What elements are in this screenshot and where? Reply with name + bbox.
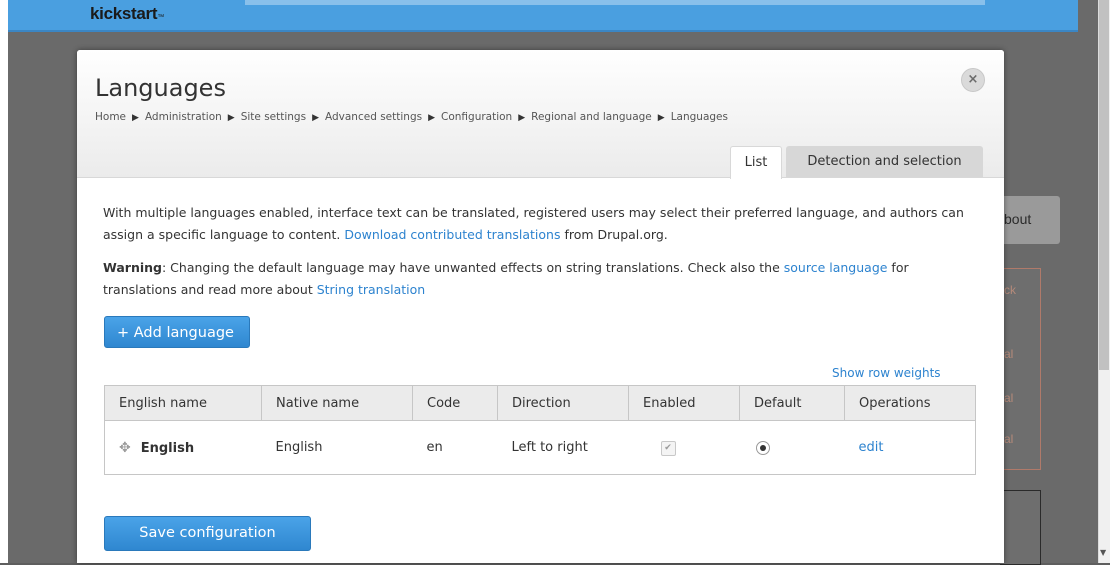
enabled-checkbox[interactable]: ✔	[660, 441, 676, 456]
column-header-direction: Direction	[497, 385, 629, 421]
background-fragment: al	[1004, 391, 1014, 405]
dialog-header: Languages × Home ▶ Administration ▶ Site set…	[77, 50, 1004, 179]
edit-link[interactable]: edit	[859, 440, 884, 455]
tab-list[interactable]: List	[730, 146, 782, 179]
close-icon[interactable]: ×	[961, 68, 985, 92]
tab-detection-and-selection[interactable]: Detection and selection	[786, 146, 983, 177]
background-fragment: ck	[1004, 283, 1016, 297]
breadcrumb-separator-icon: ▶	[428, 113, 435, 123]
background-nav-strip	[245, 0, 985, 5]
intro-text-part: from Drupal.org.	[560, 227, 668, 242]
background-panel: ck al al al	[1000, 268, 1041, 470]
breadcrumb-advanced-settings[interactable]: Advanced settings	[325, 111, 422, 123]
warning-label: Warning	[103, 260, 162, 275]
english-name-value: English	[140, 440, 195, 456]
breadcrumb-administration[interactable]: Administration	[145, 111, 222, 123]
background-fragment: al	[1004, 432, 1014, 446]
save-configuration-button[interactable]: Save configuration	[104, 516, 311, 551]
column-header-code: Code	[412, 385, 498, 421]
breadcrumb-site-settings[interactable]: Site settings	[241, 111, 306, 123]
checkmark-icon: ✔	[664, 443, 672, 453]
breadcrumb-separator-icon: ▶	[227, 113, 235, 123]
add-language-button[interactable]: + Add language	[104, 316, 250, 348]
intro-text: With multiple languages enabled, interfa…	[103, 202, 973, 246]
cell-operations: edit	[844, 420, 976, 475]
column-header-default: Default	[739, 385, 845, 421]
cell-direction: Left to right	[497, 420, 629, 475]
scrollbar-thumb[interactable]	[1099, 0, 1109, 370]
scroll-down-icon[interactable]: ▼	[1100, 548, 1106, 557]
cell-native-name: English	[261, 420, 413, 475]
site-logo[interactable]: kickstart™	[90, 4, 164, 24]
languages-table: English name Native name Code Direction …	[104, 385, 976, 475]
page-left-edge	[0, 0, 8, 563]
warning-text: Warning: Changing the default language m…	[103, 257, 973, 301]
source-language-link[interactable]: source language	[784, 260, 888, 275]
column-header-native-name: Native name	[261, 385, 413, 421]
breadcrumb-configuration[interactable]: Configuration	[441, 111, 512, 123]
cell-code: en	[412, 420, 498, 475]
breadcrumb: Home ▶ Administration ▶ Site settings ▶ Advanc…	[95, 111, 728, 123]
column-header-enabled: Enabled	[628, 385, 740, 421]
warning-text-part: : Changing the default language may have…	[161, 260, 784, 275]
breadcrumb-separator-icon: ▶	[518, 113, 526, 123]
breadcrumb-home[interactable]: Home	[95, 111, 126, 123]
cell-default	[739, 420, 845, 475]
breadcrumb-languages[interactable]: Languages	[671, 111, 728, 123]
cell-english-name: ✥ English	[104, 420, 262, 475]
column-header-english-name: English name	[104, 385, 262, 421]
breadcrumb-separator-icon: ▶	[657, 113, 665, 123]
breadcrumb-separator-icon: ▶	[132, 113, 139, 123]
background-fragment: al	[1004, 347, 1014, 361]
drag-handle-icon[interactable]: ✥	[119, 440, 131, 456]
background-box	[1000, 490, 1041, 565]
breadcrumb-regional-and-language[interactable]: Regional and language	[531, 111, 652, 123]
download-translations-link[interactable]: Download contributed translations	[344, 227, 560, 242]
page-title: Languages	[95, 74, 226, 102]
languages-dialog: Languages × Home ▶ Administration ▶ Site set…	[77, 50, 1004, 563]
breadcrumb-separator-icon: ▶	[312, 113, 319, 123]
cell-enabled: ✔	[628, 420, 740, 475]
show-row-weights-link[interactable]: Show row weights	[832, 366, 941, 380]
column-header-operations: Operations	[844, 385, 976, 421]
background-about-button: bout	[1000, 196, 1060, 244]
table-header-row: English name Native name Code Direction …	[104, 385, 976, 421]
default-radio[interactable]	[755, 440, 770, 455]
table-row: ✥ English English en Left to right ✔ edit	[104, 420, 976, 475]
string-translation-link[interactable]: String translation	[317, 282, 426, 297]
